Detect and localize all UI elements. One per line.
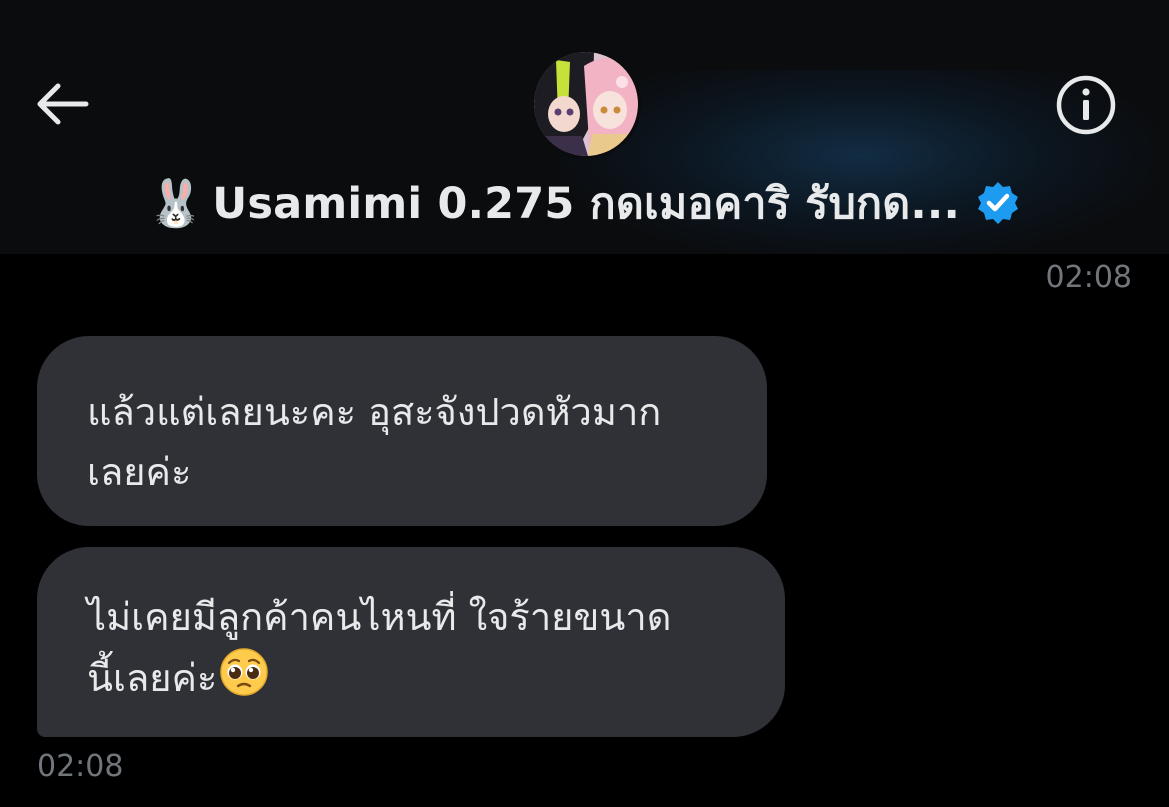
verified-badge-icon	[974, 179, 1022, 227]
message-text-line: ไม่เคยมีลูกค้าคนไหนที่ ใจร้ายขนาด	[87, 595, 672, 639]
arrow-left-icon	[37, 83, 89, 125]
message-timestamp: 02:08	[1045, 260, 1132, 295]
message-text-line: เลยค่ะ	[87, 450, 192, 494]
avatar[interactable]	[534, 52, 638, 156]
info-circle-icon	[1056, 75, 1116, 135]
message-bubble[interactable]: แล้วแต่เลยนะคะ อุสะจังปวดหัวมาก เลยค่ะ	[37, 336, 767, 526]
pleading-face-emoji	[219, 647, 269, 714]
conversation-title[interactable]: 🐰 Usamimi 0.275 กดเมอคาริ รับกด...	[0, 172, 1169, 234]
message-text-line: แล้วแต่เลยนะคะ อุสะจังปวดหัวมาก	[87, 390, 662, 434]
message-text-line: นี้เลยค่ะ	[87, 656, 218, 700]
back-button[interactable]	[30, 72, 94, 136]
avatar-anime-characters-image	[534, 52, 638, 156]
info-button[interactable]	[1051, 70, 1121, 140]
rabbit-face-emoji: 🐰	[146, 176, 205, 230]
message-bubble[interactable]: ไม่เคยมีลูกค้าคนไหนที่ ใจร้ายขนาด นี้เลย…	[37, 547, 785, 737]
message-text-line-with-emoji: นี้เลยค่ะ	[87, 647, 735, 714]
message-timestamp: 02:08	[37, 749, 124, 784]
conversation-header: 🐰 Usamimi 0.275 กดเมอคาริ รับกด...	[0, 0, 1169, 254]
display-name: Usamimi 0.275 กดเมอคาริ รับกด...	[212, 179, 960, 229]
